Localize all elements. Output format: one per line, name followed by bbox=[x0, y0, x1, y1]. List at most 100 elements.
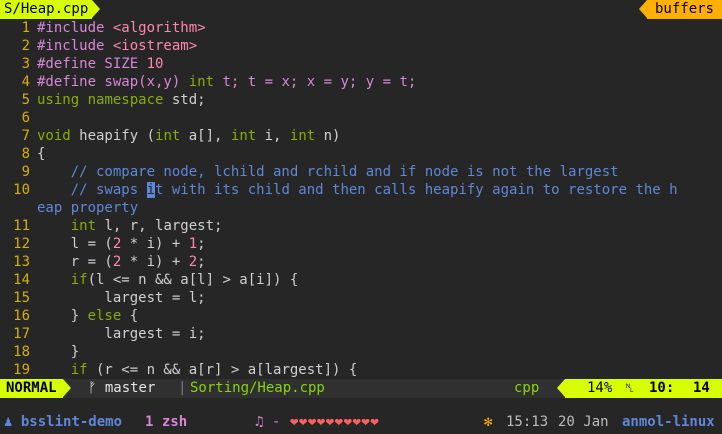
code-token: using bbox=[37, 92, 80, 108]
position-powerline-arrow bbox=[557, 379, 565, 397]
tab-buffers[interactable]: buffers bbox=[638, 0, 722, 19]
code-line[interactable]: 4 #define swap(x,y) int t; t = x; x = y; … bbox=[0, 73, 722, 91]
code-line[interactable]: 17 largest = i; bbox=[0, 325, 722, 343]
scroll-percent: 14% bbox=[587, 380, 613, 396]
code-token: // swaps bbox=[37, 182, 147, 198]
mode-indicator: NORMAL bbox=[0, 379, 71, 398]
code-token: * i) + bbox=[121, 236, 189, 252]
line-number: 3 bbox=[21, 56, 30, 72]
code-token: heapify ( bbox=[70, 128, 156, 144]
music-separator: - bbox=[271, 414, 281, 430]
tab-current-file[interactable]: S/Heap.cpp bbox=[0, 0, 101, 19]
code-text: if (r <= n && a[r] > a[largest]) { bbox=[37, 362, 358, 378]
line-number: 5 bbox=[21, 92, 30, 108]
code-line[interactable]: 7 void heapify (int a[], int i, int n) bbox=[0, 127, 722, 145]
code-line[interactable]: 8{ bbox=[0, 145, 722, 163]
code-text: largest = i; bbox=[37, 326, 206, 342]
status-separator: | bbox=[178, 380, 187, 396]
line-number: 9 bbox=[21, 164, 30, 180]
code-text: void heapify (int a[], int i, int n) bbox=[37, 128, 341, 144]
code-token: (r <= n && a[r] > a[largest]) { bbox=[87, 362, 358, 378]
code-token: 1 bbox=[188, 236, 198, 252]
sun-icon: ✻ bbox=[484, 414, 493, 430]
code-line[interactable]: 9 // compare node, lchild and rchild and… bbox=[0, 163, 722, 181]
code-editor[interactable]: 1 #include <algorithm> 2 #include <iostream… bbox=[0, 19, 722, 379]
code-token: * i) + bbox=[121, 254, 189, 270]
line-number: 18 bbox=[13, 344, 30, 360]
code-token: } bbox=[37, 308, 88, 324]
code-text: #include <algorithm> bbox=[37, 20, 206, 36]
code-line[interactable]: 16 } else { bbox=[0, 307, 722, 325]
line-number: 1 bbox=[21, 20, 30, 36]
code-text: #define SIZE 10 bbox=[37, 56, 163, 72]
code-line[interactable]: 3 #define SIZE 10 bbox=[0, 55, 722, 73]
code-line[interactable]: 14 if(l <= n && a[l] > a[i]) { bbox=[0, 271, 722, 289]
line-number: 8 bbox=[21, 146, 30, 162]
line-number: 11 bbox=[13, 218, 30, 234]
code-line[interactable]: 10 // swaps it with its child and then c… bbox=[0, 181, 722, 199]
filetype: cpp bbox=[514, 380, 540, 396]
code-text: #include <iostream> bbox=[37, 38, 197, 54]
code-token: ; bbox=[197, 236, 206, 252]
code-token: t with its child and then calls heapify … bbox=[155, 182, 678, 198]
status-file-path: Sorting/Heap.cpp bbox=[190, 380, 325, 396]
code-token: <iostream> bbox=[112, 38, 198, 54]
code-token: #define swap(x,y) bbox=[37, 74, 189, 90]
code-token: largest = i; bbox=[37, 326, 206, 342]
music-status: ♫ - bbox=[255, 412, 280, 432]
code-line[interactable]: 5 using namespace std; bbox=[0, 91, 722, 109]
music-note-icon: ♫ bbox=[255, 414, 264, 430]
code-line[interactable]: 13 r = (2 * i) + 2; bbox=[0, 253, 722, 271]
tmux-session[interactable]: ♟ bsslint-demo bbox=[4, 412, 122, 432]
statusline: NORMAL ᚠ master | Sorting/Heap.cpp cpp 1… bbox=[0, 379, 722, 398]
code-token: n) bbox=[315, 128, 341, 144]
code-token: 10 bbox=[146, 56, 164, 72]
code-text: largest = l; bbox=[37, 290, 205, 306]
line-number: 16 bbox=[13, 308, 30, 324]
code-text: } bbox=[37, 344, 79, 360]
code-line[interactable]: 1 #include <algorithm> bbox=[0, 19, 722, 37]
code-token: int bbox=[230, 128, 257, 144]
code-token: if bbox=[37, 362, 88, 378]
code-token: 2 bbox=[188, 254, 198, 270]
hostname: anmol-linux bbox=[622, 414, 715, 430]
code-token: std; bbox=[163, 92, 206, 108]
cursor-column: 14 bbox=[693, 380, 710, 396]
code-token: a[], bbox=[180, 128, 231, 144]
code-line[interactable]: 2 #include <iostream> bbox=[0, 37, 722, 55]
code-line[interactable]: 15 largest = l; bbox=[0, 289, 722, 307]
code-token: if bbox=[37, 272, 88, 288]
git-branch: ᚠ master bbox=[88, 379, 155, 398]
code-text: r = (2 * i) + 2; bbox=[37, 254, 206, 270]
line-number: 4 bbox=[21, 74, 30, 90]
line-number: 6 bbox=[21, 110, 30, 126]
code-line[interactable]: eap property bbox=[0, 199, 722, 217]
line-number: 2 bbox=[21, 38, 30, 54]
code-line[interactable]: 19 if (r <= n && a[r] > a[largest]) { bbox=[0, 361, 722, 379]
code-line[interactable]: 11 int l, r, largest; bbox=[0, 217, 722, 235]
code-text: l = (2 * i) + 1; bbox=[37, 236, 206, 252]
mode-powerline-arrow bbox=[62, 379, 71, 397]
code-token: int bbox=[155, 128, 181, 144]
code-line[interactable]: 18 } bbox=[0, 343, 722, 361]
code-text: int l, r, largest; bbox=[37, 218, 223, 234]
line-number: 10 bbox=[13, 182, 30, 198]
tab-buffers-label: buffers bbox=[654, 1, 714, 17]
line-number: 15 bbox=[13, 290, 30, 306]
tmux-window[interactable]: 1 zsh bbox=[145, 412, 187, 432]
code-line[interactable]: 6 bbox=[0, 109, 722, 127]
mode-label: NORMAL bbox=[6, 380, 57, 396]
code-text: if(l <= n && a[l] > a[i]) { bbox=[37, 272, 299, 288]
code-text: #define swap(x,y) int t; t = x; x = y; y… bbox=[37, 74, 416, 90]
code-token: int bbox=[289, 128, 316, 144]
tabline: S/Heap.cpp buffers bbox=[0, 0, 722, 19]
branch-name: master bbox=[104, 380, 156, 396]
buffers-powerline-arrow bbox=[638, 0, 647, 18]
code-text: eap property bbox=[37, 200, 138, 216]
code-token: // compare node, lchild and rchild and i… bbox=[37, 164, 619, 180]
code-token: } bbox=[37, 344, 80, 360]
code-line[interactable]: 12 l = (2 * i) + 1; bbox=[0, 235, 722, 253]
tab-powerline-arrow bbox=[92, 0, 101, 18]
line-number: 19 bbox=[13, 362, 30, 378]
